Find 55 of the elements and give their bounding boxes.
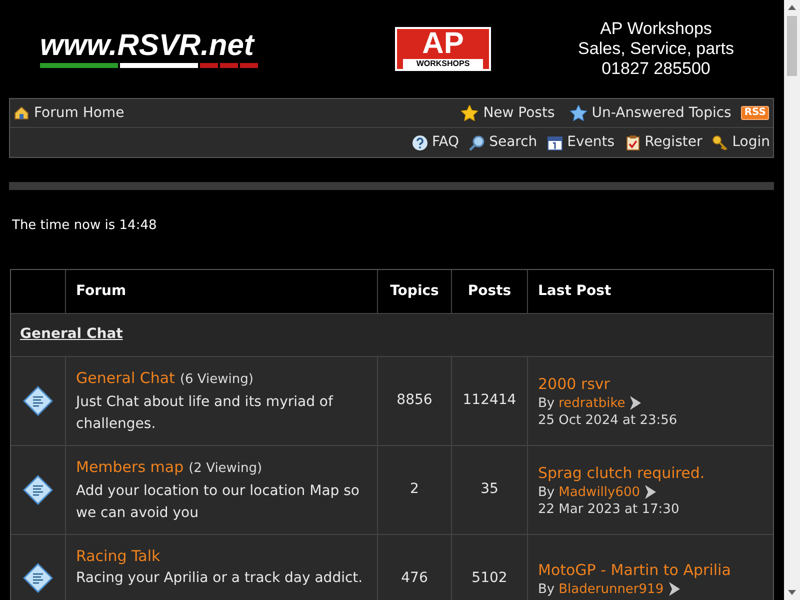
post-date: 25 Oct 2024 at 23:56	[538, 412, 678, 428]
forum-description: Racing your Aprilia or a track day addict.	[76, 568, 364, 588]
nav-link[interactable]: Register	[624, 132, 702, 153]
forum-icon	[23, 474, 53, 504]
sponsor-text: AP Workshops	[600, 19, 712, 39]
author-link[interactable]: Bladerunner919	[558, 580, 664, 598]
go-to-post-icon[interactable]	[668, 582, 680, 596]
site-logo[interactable]: www.RSVR.net	[40, 30, 300, 62]
viewing-count: (6 Viewing)	[180, 370, 254, 388]
scroll-down-icon[interactable]	[788, 590, 796, 595]
author-link[interactable]: Madwilly600	[558, 484, 640, 500]
help-icon	[412, 134, 428, 150]
go-to-post-icon[interactable]	[644, 485, 656, 499]
sponsor-text: Sales, Service, parts	[578, 39, 734, 59]
column-header: Last Post	[537, 282, 612, 300]
forum-home-link[interactable]: Forum Home	[14, 102, 124, 124]
by-label: By	[538, 394, 555, 412]
nav-link[interactable]: Login	[712, 132, 770, 153]
table-cell: 476	[378, 534, 452, 600]
author-link[interactable]: redratbike	[558, 394, 626, 412]
key-icon	[712, 134, 728, 150]
forum-description: Just Chat about life and its myriad of challenges.	[76, 392, 334, 434]
viewing-count: (2 Viewing)	[188, 460, 262, 478]
by-label: By	[538, 580, 555, 598]
nav-link[interactable]: Events	[547, 132, 615, 153]
scrollbar-thumb[interactable]	[787, 16, 797, 76]
nav-link[interactable]: Un-Answered Topics	[570, 102, 732, 124]
scrollbar[interactable]	[784, 0, 800, 600]
scroll-up-icon[interactable]	[788, 5, 796, 10]
search-icon	[469, 134, 486, 150]
nav-link[interactable]: Search	[469, 132, 538, 153]
category-link[interactable]: General Chat	[20, 324, 123, 345]
forum-icon	[23, 563, 53, 593]
forum-description: Add your location to our location Map so we can avoid you	[76, 482, 360, 522]
by-label: By	[538, 484, 555, 500]
last-post-link[interactable]: 2000 rsvr	[538, 372, 773, 394]
time-text: The time now is 14:48	[12, 217, 158, 235]
star-icon	[461, 105, 478, 121]
forum-link[interactable]: Members map	[76, 456, 184, 478]
last-post-link[interactable]: Sprag clutch required.	[538, 462, 773, 484]
calendar-icon	[547, 134, 564, 150]
forum-link[interactable]: Racing Talk	[76, 544, 160, 566]
forum-icon	[23, 386, 53, 416]
home-icon	[14, 106, 29, 120]
post-date: 22 Mar 2023 at 17:30	[538, 500, 680, 518]
clipboard-icon	[624, 134, 641, 150]
sponsor-logo[interactable]: AP WORKSHOPS	[395, 27, 491, 71]
nav-link[interactable]: New Posts	[461, 102, 555, 124]
go-to-post-icon[interactable]	[629, 396, 642, 410]
last-post-link[interactable]: MotoGP - Martin to Aprilia	[538, 558, 773, 580]
nav-link[interactable]: FAQ	[412, 132, 460, 153]
star-icon	[570, 105, 587, 121]
table-cell: 5102	[452, 534, 528, 600]
sponsor-text: 01827 285500	[602, 59, 710, 79]
forum-link[interactable]: General Chat	[76, 366, 175, 388]
